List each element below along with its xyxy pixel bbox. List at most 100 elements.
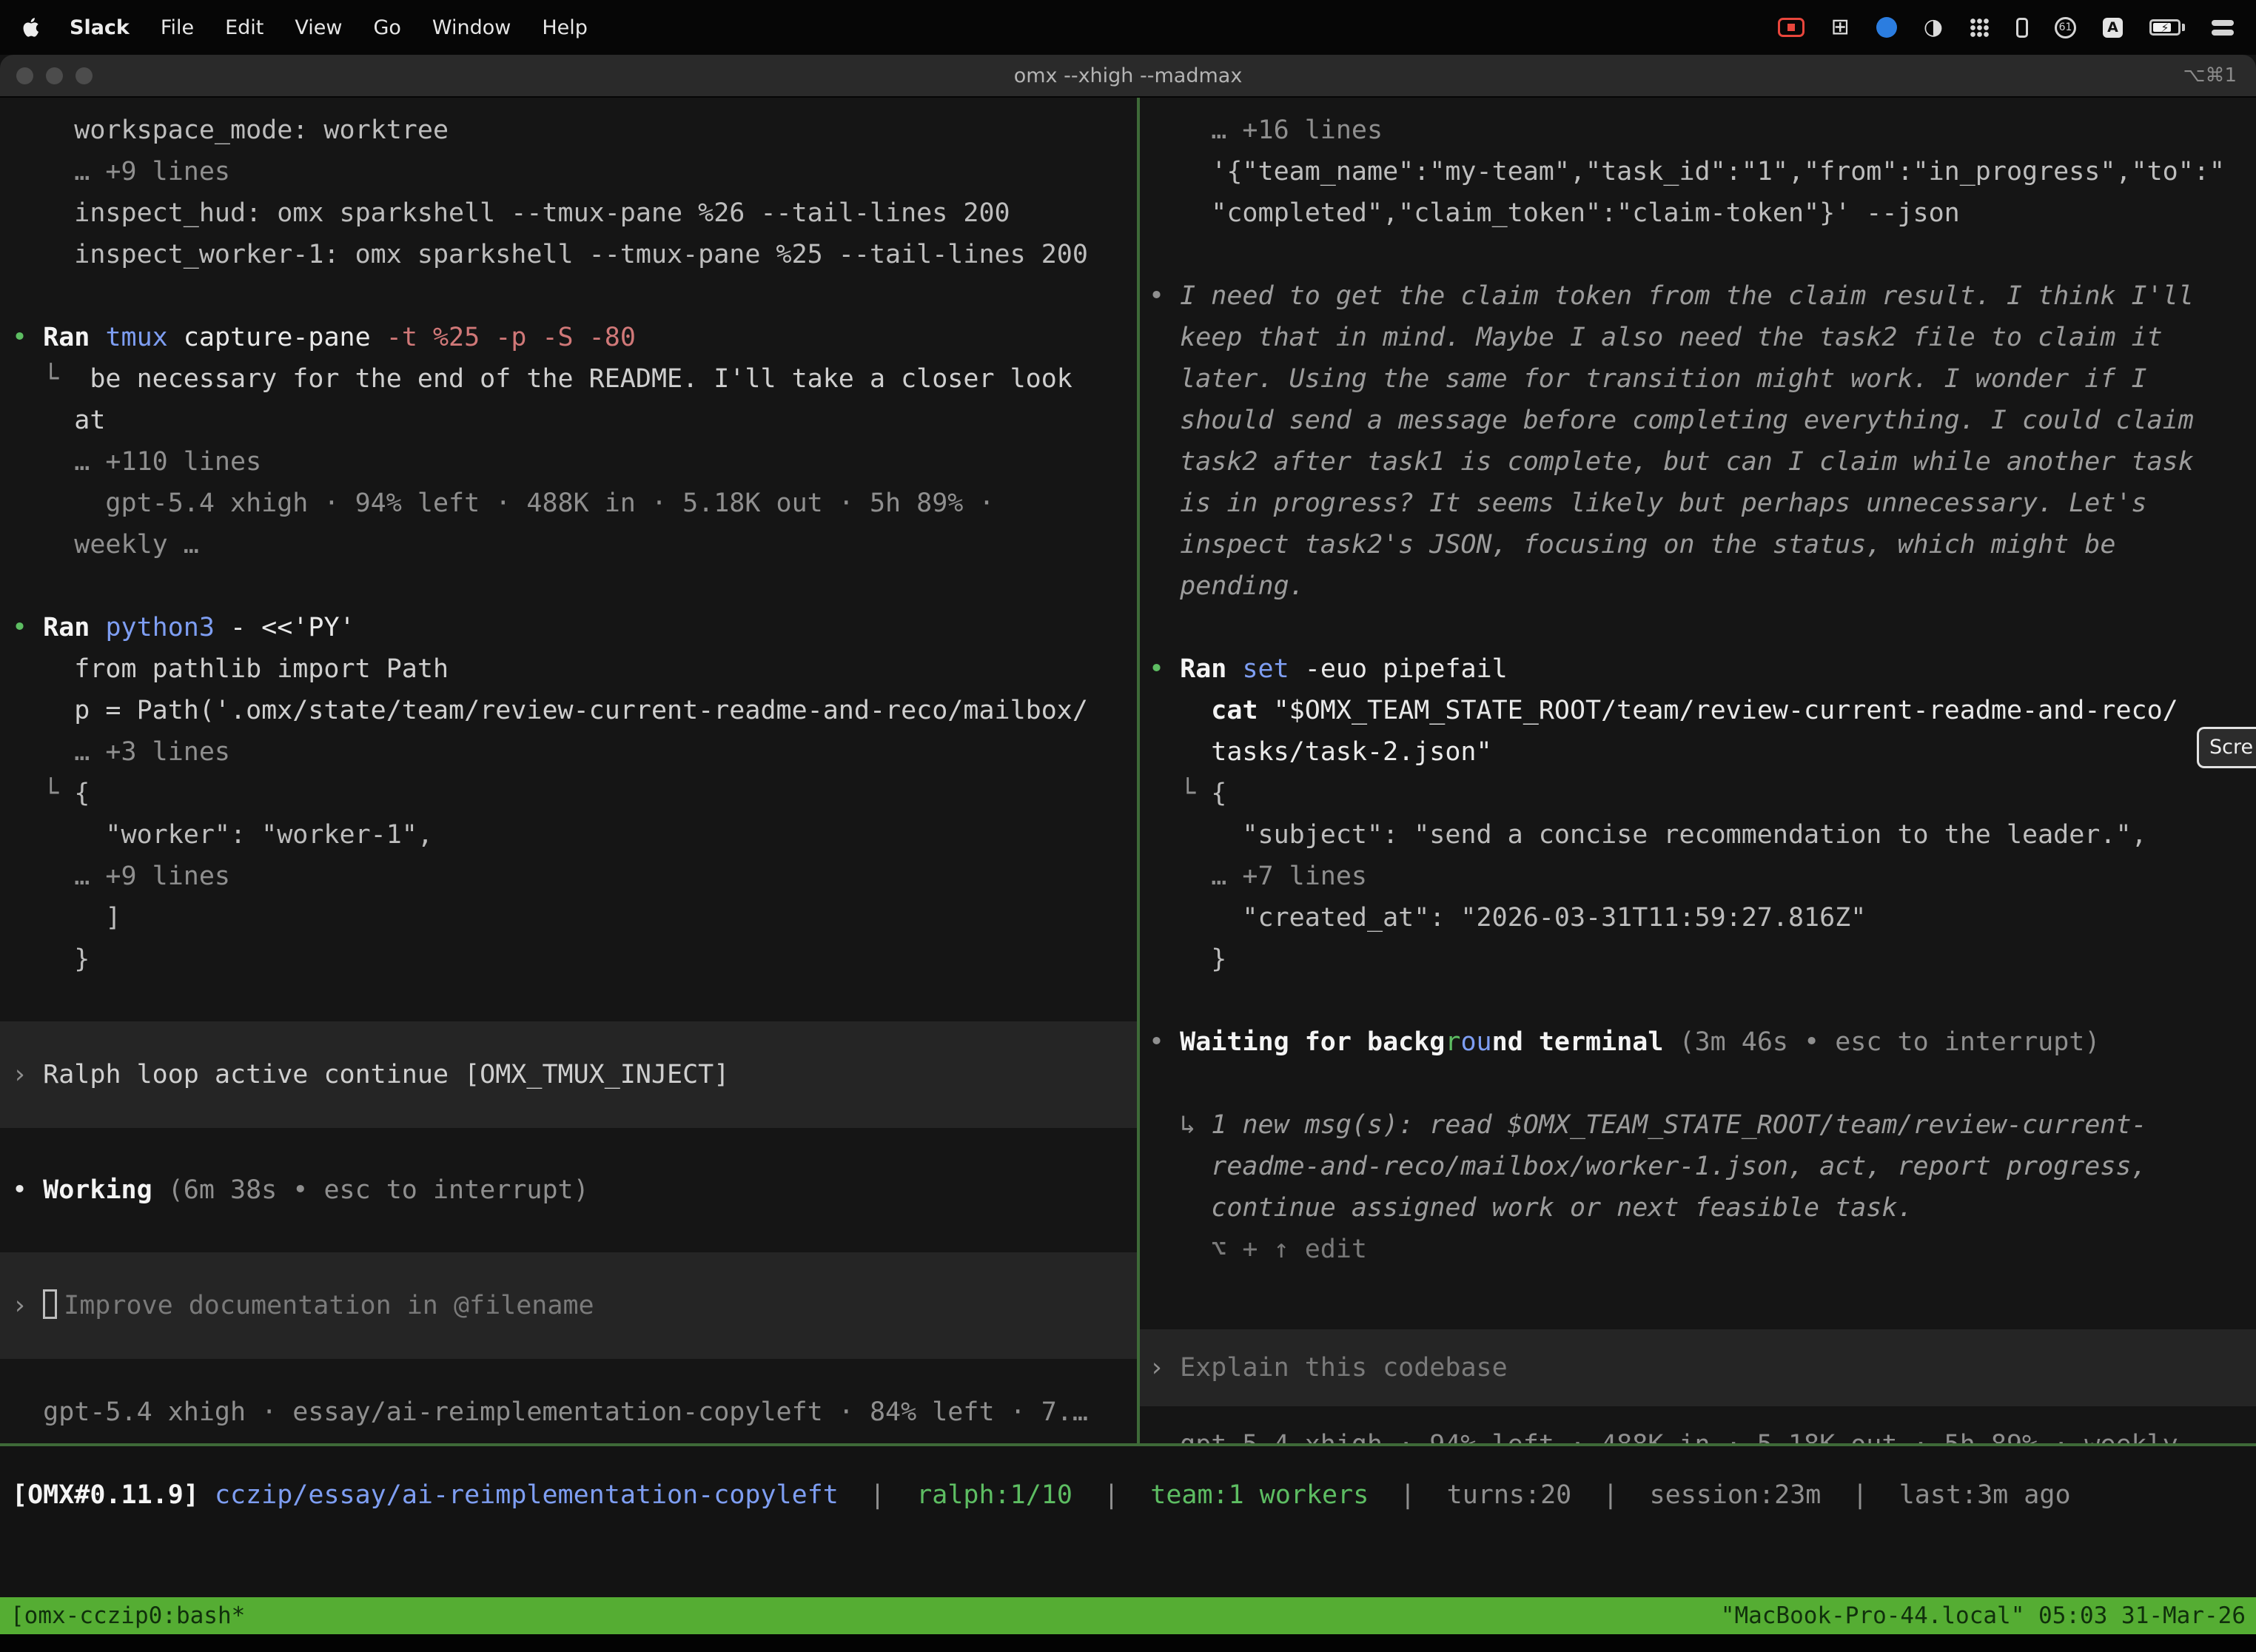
text-segment: • (1149, 281, 1180, 311)
text-segment: › (1149, 1353, 1180, 1383)
text-segment: └ (12, 364, 90, 394)
text-segment: last:3m ago (1899, 1480, 2071, 1510)
terminal-line: pending. (1140, 565, 2256, 607)
text-segment: "$OMX_TEAM_STATE_ROOT/team/review-curren… (1274, 696, 2178, 725)
control-center-icon[interactable] (2212, 20, 2234, 36)
text-segment: -euo pipefail (1305, 654, 1508, 684)
menu-bar-status-icons: ⊞ ◑ 61 A ⚡ (1778, 16, 2234, 38)
text-segment: keep that in mind. Maybe I also need the… (1149, 323, 2163, 352)
text-segment: python3 (105, 613, 230, 642)
text-segment: ↳ (1149, 1110, 1211, 1140)
terminal-line: cat "$OMX_TEAM_STATE_ROOT/team/review-cu… (1140, 690, 2256, 731)
terminal-line: • Ran python3 - <<'PY' (0, 607, 1137, 648)
text-segment: • (12, 323, 43, 352)
text-segment: (6m 38s • esc to interrupt) (168, 1175, 589, 1205)
text-segment: set (1242, 654, 1304, 684)
text-segment: inspect_hud: omx sparkshell --tmux-pane … (12, 198, 1010, 228)
input-source-icon[interactable]: A (2103, 18, 2123, 38)
menu-item-window[interactable]: Window (432, 16, 511, 39)
text-segment: team:1 workers (1150, 1480, 1369, 1510)
menu-item-go[interactable]: Go (373, 16, 400, 39)
badge-61-icon[interactable]: 61 (2055, 17, 2076, 38)
text-segment: • (1149, 1027, 1180, 1057)
text-segment: } (1149, 944, 1226, 974)
menu-item-file[interactable]: File (161, 16, 194, 39)
text-segment: … +110 lines (12, 447, 261, 477)
text-segment: later. Using the same for transition mig… (1149, 364, 2147, 394)
screen: Slack File Edit View Go Window Help ⊞ ◑ 61 A … (0, 0, 2256, 1652)
prompt-band[interactable]: › Improve documentation in @filename (0, 1252, 1137, 1359)
terminal-line: └ be necessary for the end of the README… (0, 358, 1137, 400)
battery-icon[interactable]: ⚡ (2149, 19, 2185, 36)
active-app-name[interactable]: Slack (70, 16, 130, 39)
terminal-line: └ { (0, 773, 1137, 814)
terminal-line: '{"team_name":"my-team","task_id":"1","f… (1140, 151, 2256, 192)
text-segment: Ran (43, 613, 105, 642)
text-segment: Working (43, 1175, 168, 1205)
text-segment: • (12, 1175, 43, 1205)
text-segment: ralph:1/10 (916, 1480, 1072, 1510)
text-segment (199, 1480, 215, 1510)
text-segment: … +7 lines (1149, 862, 1367, 891)
menu-item-edit[interactable]: Edit (225, 16, 263, 39)
left-pane[interactable]: workspace_mode: worktree … +9 lines insp… (0, 98, 1140, 1443)
text-segment: "completed","claim_token":"claim-token"}… (1149, 198, 1960, 228)
grid-app-icon[interactable]: ⊞ (1831, 16, 1850, 38)
screenshot-tooltip[interactable]: Scre (2197, 727, 2256, 768)
text-segment: Ran (1180, 654, 1242, 684)
terminal-line: "subject": "send a concise recommendatio… (1140, 814, 2256, 856)
text-segment: { (1211, 779, 1226, 808)
text-segment: is in progress? It seems likely but perh… (1149, 488, 2147, 518)
text-segment: gpt-5.4 xhigh · 94% left · 488K in · 5.1… (12, 488, 995, 518)
text-segment: "worker": "worker-1", (12, 820, 433, 850)
device-icon[interactable] (2016, 18, 2028, 38)
text-segment: capture-pane (184, 323, 386, 352)
text-segment: "subject": "send a concise recommendatio… (1149, 820, 2147, 850)
text-segment: -t %25 -p -S -80 (386, 323, 636, 352)
terminal-line: ] (0, 897, 1137, 939)
window-title-bar[interactable]: omx --xhigh --madmax ⌥⌘1 (0, 55, 2256, 98)
terminal-line: tasks/task-2.json" (1140, 731, 2256, 773)
blue-app-icon[interactable] (1876, 17, 1897, 38)
terminal-line: inspect task2's JSON, focusing on the st… (1140, 524, 2256, 565)
text-segment: … +3 lines (12, 737, 230, 767)
menu-item-view[interactable]: View (295, 16, 342, 39)
prompt-band[interactable]: › Explain this codebase (1140, 1329, 2256, 1406)
text-segment: - <<'PY' (230, 613, 355, 642)
terminal-line: • Ran set -euo pipefail (1140, 648, 2256, 690)
text-segment: p = Path('.omx/state/team/review-current… (12, 696, 1088, 725)
text-segment: … +9 lines (12, 862, 230, 891)
terminal-line: • Waiting for background terminal (3m 46… (1140, 1021, 2256, 1063)
text-segment: | (839, 1480, 916, 1510)
terminal-line: … +3 lines (0, 731, 1137, 773)
tmux-session-label: [omx-cczip0:bash* (10, 1602, 245, 1629)
dark-app-icon[interactable]: ◑ (1924, 16, 1943, 38)
text-segment: from pathlib import Path (12, 654, 449, 684)
menu-item-help[interactable]: Help (542, 16, 588, 39)
terminal-line: workspace_mode: worktree (0, 110, 1137, 151)
text-segment: weekly … (12, 530, 199, 560)
dots-grid-icon[interactable] (1970, 18, 1990, 38)
text-segment: Improve documentation in @filename (64, 1291, 594, 1320)
text-segment: Ralph loop active continue [OMX_TMUX_INJ… (43, 1060, 729, 1089)
terminal-line: keep that in mind. Maybe I also need the… (1140, 317, 2256, 358)
screen-recording-stop-icon[interactable] (1778, 18, 1805, 37)
window-shortcut-hint: ⌥⌘1 (2183, 64, 2237, 87)
terminal-line: … +9 lines (0, 151, 1137, 192)
blank-line (1140, 607, 2256, 648)
tmux-host-clock: "MacBook-Pro-44.local" 05:03 31-Mar-26 (1721, 1602, 2246, 1629)
terminal-line: from pathlib import Path (0, 648, 1137, 690)
right-pane[interactable]: … +16 lines '{"team_name":"my-team","tas… (1140, 98, 2256, 1443)
text-segment: continue assigned work or next feasible … (1149, 1193, 1913, 1223)
apple-menu-icon[interactable] (22, 16, 41, 38)
omx-status-line: [OMX#0.11.9] cczip/essay/ai-reimplementa… (0, 1446, 2256, 1510)
prompt-band[interactable]: › Ralph loop active continue [OMX_TMUX_I… (0, 1021, 1137, 1128)
text-segment: • (1149, 654, 1180, 684)
terminal-line: p = Path('.omx/state/team/review-current… (0, 690, 1137, 731)
bottom-strip (0, 1634, 2256, 1652)
terminal-line: weekly … (0, 524, 1137, 565)
terminal-line: … +7 lines (1140, 856, 2256, 897)
window-title: omx --xhigh --madmax (0, 64, 2256, 87)
text-segment: turns:20 (1447, 1480, 1572, 1510)
blank-line (0, 980, 1137, 1021)
